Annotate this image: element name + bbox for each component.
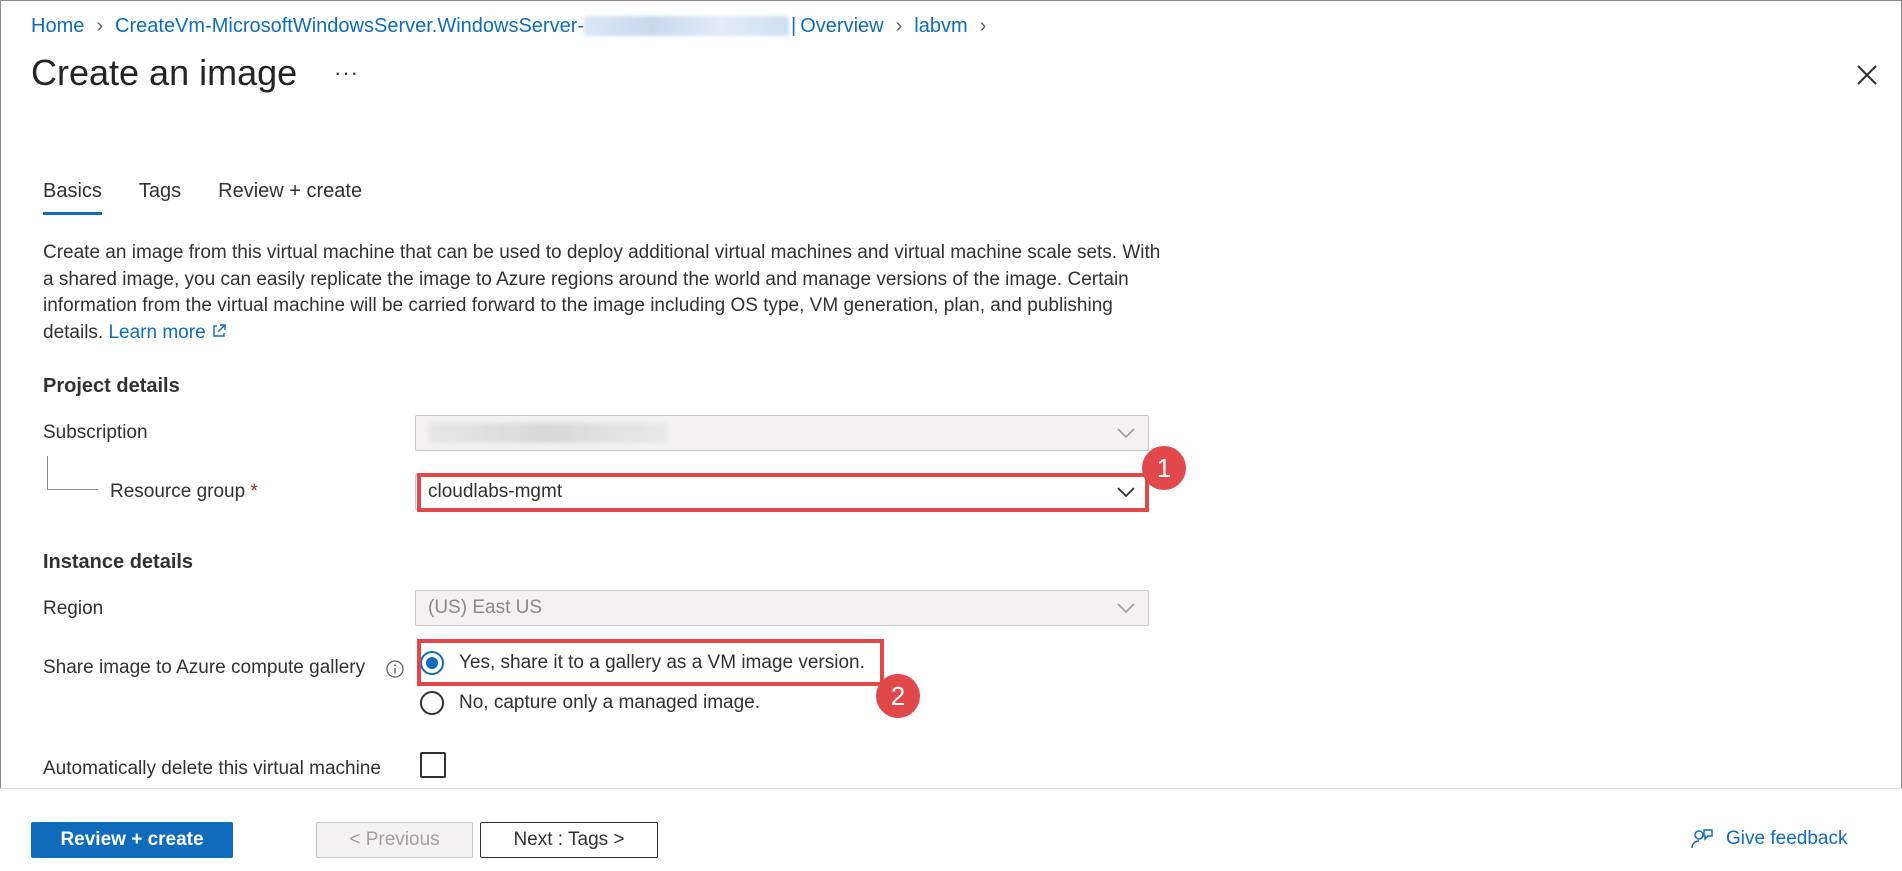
region-dropdown: (US) East US [415,590,1149,626]
previous-button: < Previous [316,822,473,858]
tab-basics[interactable]: Basics [43,180,102,215]
chevron-down-icon [1117,428,1135,439]
breadcrumb: Home › CreateVm-MicrosoftWindowsServer.W… [31,12,998,40]
tab-review-create[interactable]: Review + create [218,180,362,215]
chevron-right-icon: › [96,14,104,37]
page-title: Create an image [31,52,298,93]
footer-bar: Review + create < Previous Next : Tags >… [0,788,1902,871]
redacted-subscription [428,423,668,443]
description: Create an image from this virtual machin… [43,240,1163,346]
learn-more-link[interactable]: Learn more [108,322,205,343]
breadcrumb-separator: | [791,14,797,37]
highlight-box-1 [417,473,1149,512]
chevron-down-icon [1117,603,1135,614]
give-feedback-link[interactable]: Give feedback [1690,827,1847,851]
info-icon[interactable] [385,659,405,679]
highlight-box-2 [417,639,884,686]
share-option-no-label: No, capture only a managed image. [459,692,761,713]
chevron-right-icon: › [895,14,903,37]
redacted-id [584,16,790,36]
tree-connector [47,456,98,490]
chevron-right-icon: › [979,14,987,37]
auto-delete-checkbox[interactable] [420,752,446,778]
radio-no[interactable] [420,691,444,715]
close-icon[interactable] [1854,62,1880,88]
subscription-label: Subscription [43,422,148,443]
share-option-no[interactable]: No, capture only a managed image. [420,691,760,715]
callout-badge-2: 2 [876,674,920,718]
breadcrumb-overview[interactable]: Overview [800,15,883,38]
instance-details-heading: Instance details [43,551,194,573]
external-link-icon [213,323,226,337]
tab-tags[interactable]: Tags [139,180,181,215]
resource-group-label: Resource group * [110,481,258,502]
breadcrumb-home[interactable]: Home [31,15,84,38]
review-create-button[interactable]: Review + create [31,822,233,858]
share-gallery-label: Share image to Azure compute gallery [43,657,366,678]
auto-delete-label: Automatically delete this virtual machin… [43,758,381,779]
callout-badge-1: 1 [1142,446,1186,490]
subscription-dropdown [415,415,1149,451]
project-details-heading: Project details [43,375,180,397]
region-label: Region [43,598,104,619]
tab-bar: Basics Tags Review + create [43,180,399,215]
region-value: (US) East US [428,597,543,618]
breadcrumb-labvm[interactable]: labvm [914,15,967,38]
feedback-icon [1691,829,1713,849]
more-options-button[interactable]: ··· [334,60,359,86]
required-mark: * [250,481,258,502]
next-tags-button[interactable]: Next : Tags > [480,822,658,858]
breadcrumb-deployment[interactable]: CreateVm-MicrosoftWindowsServer.WindowsS… [115,15,584,38]
